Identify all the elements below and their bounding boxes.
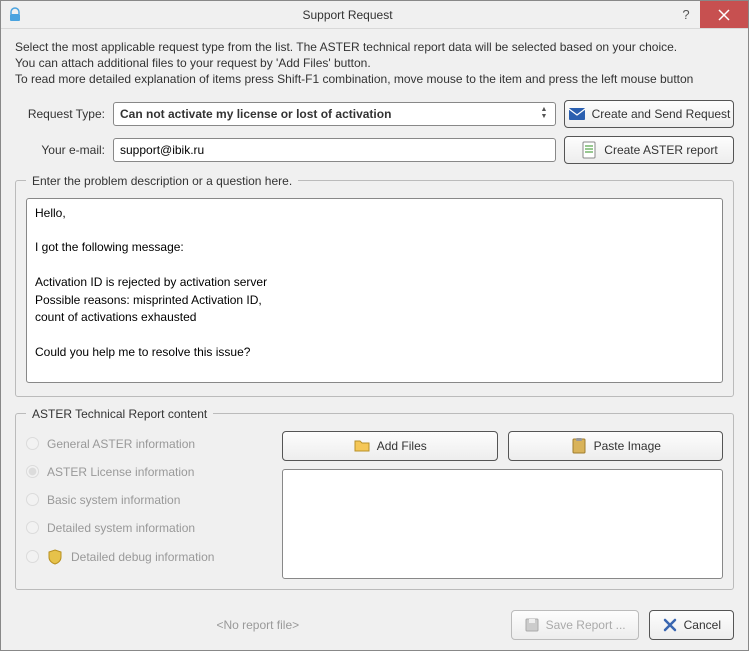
- button-label: Create and Send Request: [592, 107, 731, 121]
- radio-basic[interactable]: Basic system information: [26, 493, 266, 507]
- titlebar: Support Request ?: [1, 1, 748, 29]
- radio-general[interactable]: General ASTER information: [26, 437, 266, 451]
- report-group: ASTER Technical Report content General A…: [15, 407, 734, 590]
- radio-label: Detailed system information: [47, 521, 195, 535]
- email-label: Your e-mail:: [15, 143, 105, 157]
- create-report-button[interactable]: Create ASTER report: [564, 136, 734, 164]
- instructions: Select the most applicable request type …: [15, 39, 734, 88]
- clipboard-icon: [570, 437, 588, 455]
- help-button[interactable]: ?: [672, 1, 700, 28]
- radio-label: ASTER License information: [47, 465, 194, 479]
- radio-label: Detailed debug information: [71, 550, 214, 564]
- button-label: Create ASTER report: [604, 143, 717, 157]
- radio-label: Basic system information: [47, 493, 180, 507]
- button-label: Cancel: [684, 618, 721, 632]
- request-type-label: Request Type:: [15, 107, 105, 121]
- instruction-line: To read more detailed explanation of ite…: [15, 71, 734, 87]
- description-textarea[interactable]: [26, 198, 723, 383]
- radio-input[interactable]: [26, 493, 39, 506]
- folder-icon: [353, 437, 371, 455]
- report-legend: ASTER Technical Report content: [26, 407, 213, 421]
- request-type-combo[interactable]: Can not activate my license or lost of a…: [113, 102, 556, 126]
- report-file-status: <No report file>: [15, 618, 501, 632]
- shield-icon: [47, 549, 63, 565]
- button-label: Save Report ...: [546, 618, 626, 632]
- add-files-button[interactable]: Add Files: [282, 431, 498, 461]
- radio-input[interactable]: [26, 550, 39, 563]
- radio-label: General ASTER information: [47, 437, 195, 451]
- save-icon: [524, 617, 540, 633]
- cancel-icon: [662, 617, 678, 633]
- button-label: Paste Image: [594, 439, 661, 453]
- radio-detailed[interactable]: Detailed system information: [26, 521, 266, 535]
- mail-icon: [568, 105, 586, 123]
- button-label: Add Files: [377, 439, 427, 453]
- paste-image-button[interactable]: Paste Image: [508, 431, 724, 461]
- radio-license[interactable]: ASTER License information: [26, 465, 266, 479]
- report-icon: [580, 141, 598, 159]
- lock-icon: [7, 7, 23, 23]
- create-send-button[interactable]: Create and Send Request: [564, 100, 734, 128]
- instruction-line: Select the most applicable request type …: [15, 39, 734, 55]
- email-input[interactable]: [113, 138, 556, 162]
- window-title: Support Request: [23, 8, 672, 22]
- description-legend: Enter the problem description or a quest…: [26, 174, 298, 188]
- cancel-button[interactable]: Cancel: [649, 610, 734, 640]
- radio-debug[interactable]: Detailed debug information: [26, 549, 266, 565]
- request-type-value: Can not activate my license or lost of a…: [120, 107, 391, 121]
- save-report-button[interactable]: Save Report ...: [511, 610, 639, 640]
- instruction-line: You can attach additional files to your …: [15, 55, 734, 71]
- description-group: Enter the problem description or a quest…: [15, 174, 734, 397]
- radio-input[interactable]: [26, 437, 39, 450]
- combo-spinner-icon[interactable]: ▲▼: [537, 105, 551, 123]
- radio-input[interactable]: [26, 521, 39, 534]
- attached-files-list[interactable]: [282, 469, 723, 579]
- radio-input[interactable]: [26, 465, 39, 478]
- close-button[interactable]: [700, 1, 748, 28]
